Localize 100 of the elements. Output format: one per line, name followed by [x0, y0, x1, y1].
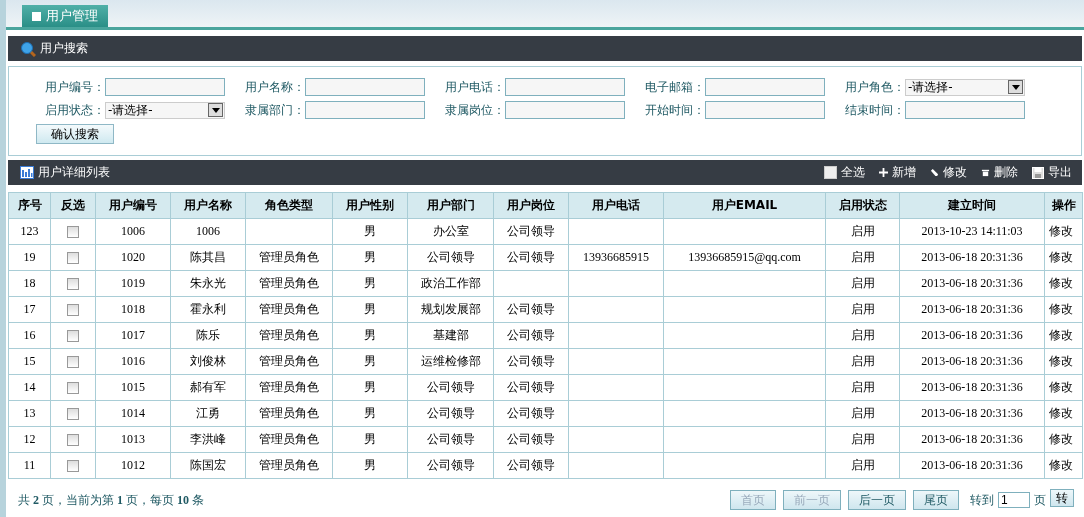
export-button[interactable]: 导出 — [1032, 164, 1072, 181]
role-type: 管理员角色 — [259, 380, 319, 394]
column-header: 操作 — [1044, 192, 1083, 219]
add-button[interactable]: 新增 — [879, 164, 916, 181]
input-field[interactable] — [505, 78, 625, 96]
input-field[interactable] — [505, 101, 625, 119]
role-type: 管理员角色 — [259, 406, 319, 420]
row-checkbox[interactable] — [67, 408, 79, 421]
page-summary: 共 2 页，当前为第 1 页，每页 10 条 — [18, 491, 204, 509]
column-header: 启用状态 — [825, 192, 900, 219]
user-id: 1014 — [121, 406, 145, 420]
row-checkbox[interactable] — [67, 330, 79, 343]
field-label: 电子邮箱： — [644, 78, 705, 96]
role-type: 管理员角色 — [259, 328, 319, 342]
row-checkbox[interactable] — [67, 278, 79, 291]
status-cell: 启用 — [850, 302, 875, 316]
user-name: 陈乐 — [196, 328, 220, 342]
user-name: 1006 — [196, 224, 220, 238]
panel-title: 用户详细列表 — [38, 164, 110, 181]
gender-cell: 男 — [364, 328, 376, 342]
position-cell: 公司领导 — [507, 354, 555, 368]
edit-button[interactable]: 修改 — [930, 164, 967, 181]
page-button[interactable]: 后一页 — [848, 490, 906, 510]
table-icon — [20, 166, 34, 179]
role-type: 管理员角色 — [259, 250, 319, 264]
status-cell: 启用 — [850, 406, 875, 420]
role-type: 管理员角色 — [259, 432, 319, 446]
row-number: 16 — [23, 328, 36, 342]
input-field[interactable] — [705, 101, 825, 119]
position-cell: 公司领导 — [507, 406, 555, 420]
select-all-checkbox[interactable]: 全选 — [824, 164, 865, 181]
column-header: 用户性别 — [332, 192, 408, 219]
created-time: 2013-06-18 20:31:36 — [921, 354, 1023, 368]
status-cell: 启用 — [850, 328, 875, 342]
panel-title: 用户搜索 — [40, 40, 88, 57]
status-cell: 启用 — [850, 276, 875, 290]
user-id: 1015 — [121, 380, 145, 394]
page-button[interactable]: 尾页 — [913, 490, 959, 510]
position-cell: 公司领导 — [507, 250, 555, 264]
column-header: 用户EMAIL — [663, 192, 826, 219]
field-label: 隶属岗位： — [444, 101, 505, 119]
user-id: 1016 — [121, 354, 145, 368]
position-cell: 公司领导 — [507, 328, 555, 342]
column-header: 用户名称 — [170, 192, 246, 219]
input-field[interactable] — [305, 78, 425, 96]
page-unit: 页 — [1034, 491, 1046, 509]
role-type: 管理员角色 — [259, 354, 319, 368]
user-name: 刘俊林 — [190, 354, 226, 368]
select-field[interactable]: -请选择- — [905, 78, 1025, 96]
created-time: 2013-06-18 20:31:36 — [921, 276, 1023, 290]
dropdown-arrow-icon[interactable] — [1011, 84, 1020, 90]
department-cell: 公司领导 — [426, 458, 475, 472]
input-field[interactable] — [905, 101, 1025, 119]
created-time: 2013-06-18 20:31:36 — [921, 302, 1023, 316]
row-checkbox[interactable] — [67, 356, 79, 369]
role-type: 管理员角色 — [259, 458, 319, 472]
user-name: 朱永光 — [190, 276, 226, 290]
column-header: 用户电话 — [568, 192, 664, 219]
gender-cell: 男 — [364, 276, 376, 290]
dropdown-arrow-icon[interactable] — [211, 107, 220, 113]
select-field[interactable]: -请选择- — [105, 101, 225, 119]
input-field[interactable] — [305, 101, 425, 119]
field-label: 用户编号： — [44, 78, 105, 96]
position-cell: 公司领导 — [507, 302, 555, 316]
column-header: 建立时间 — [899, 192, 1045, 219]
go-button[interactable]: 转 — [1050, 489, 1074, 507]
created-time: 2013-06-18 20:31:36 — [921, 380, 1023, 394]
department-cell: 公司领导 — [426, 432, 475, 446]
row-checkbox[interactable] — [67, 460, 79, 473]
row-checkbox[interactable] — [67, 304, 79, 317]
plus-icon — [879, 168, 888, 177]
position-cell: 公司领导 — [507, 224, 555, 238]
user-name: 霍永利 — [190, 302, 226, 316]
delete-button[interactable]: 删除 — [981, 164, 1018, 181]
gender-cell: 男 — [364, 432, 376, 446]
input-field[interactable] — [705, 78, 825, 96]
row-checkbox[interactable] — [67, 252, 79, 265]
user-id: 1006 — [121, 224, 145, 238]
row-checkbox[interactable] — [67, 382, 79, 395]
row-number: 14 — [23, 380, 36, 394]
field-label: 隶属部门： — [244, 101, 305, 119]
row-number: 19 — [23, 250, 36, 264]
search-button[interactable]: 确认搜索 — [36, 124, 114, 144]
user-name: 江勇 — [196, 406, 220, 420]
page-input[interactable]: 1 — [998, 492, 1030, 508]
created-time: 2013-06-18 20:31:36 — [921, 250, 1023, 264]
row-number: 11 — [23, 458, 36, 472]
department-cell: 政治工作部 — [420, 276, 481, 290]
row-number: 123 — [20, 224, 39, 238]
created-time: 2013-06-18 20:31:36 — [921, 328, 1023, 342]
created-time: 2013-06-18 20:31:36 — [921, 406, 1023, 420]
input-field[interactable] — [105, 78, 225, 96]
position-cell: 公司领导 — [507, 458, 555, 472]
square-icon — [32, 11, 41, 21]
row-checkbox[interactable] — [67, 434, 79, 447]
user-id: 1013 — [121, 432, 145, 446]
pencil-icon — [930, 168, 939, 177]
row-checkbox[interactable] — [67, 226, 79, 239]
column-header: 用户岗位 — [493, 192, 569, 219]
gender-cell: 男 — [364, 250, 376, 264]
